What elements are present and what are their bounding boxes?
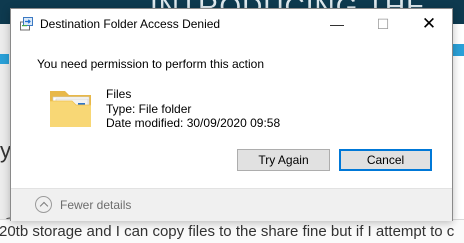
minimize-icon: —	[330, 16, 344, 32]
dialog-footer: Fewer details	[11, 188, 452, 221]
try-again-button[interactable]: Try Again	[237, 149, 330, 171]
chevron-up-icon[interactable]	[35, 196, 52, 213]
item-name: Files	[106, 87, 132, 101]
item-details: Files Type: File folder Date modified: 3…	[106, 87, 280, 131]
file-transfer-icon	[20, 17, 33, 31]
background-accent-mark	[0, 54, 9, 64]
background-bottom-strip: 20tb storage and I can copy files to the…	[0, 219, 464, 243]
background-right-accent	[452, 44, 464, 56]
close-icon: ✕	[421, 14, 437, 33]
minimize-button[interactable]: —	[314, 9, 360, 39]
maximize-icon: ☐	[376, 15, 390, 32]
title-bar[interactable]: Destination Folder Access Denied — ☐ ✕	[11, 9, 452, 39]
folder-icon	[50, 91, 91, 127]
fewer-details-toggle[interactable]: Fewer details	[60, 198, 131, 212]
dialog-title: Destination Folder Access Denied	[40, 17, 221, 31]
access-denied-dialog: Destination Folder Access Denied — ☐ ✕ Y…	[10, 8, 453, 221]
dialog-heading: You need permission to perform this acti…	[37, 57, 265, 71]
item-modified: Date modified: 30/09/2020 09:58	[106, 116, 281, 130]
item-type: Type: File folder	[106, 101, 192, 116]
cancel-button[interactable]: Cancel	[339, 149, 432, 171]
background-bottom-text: 20tb storage and I can copy files to the…	[0, 223, 455, 240]
maximize-button[interactable]: ☐	[360, 9, 406, 39]
close-button[interactable]: ✕	[406, 9, 452, 39]
